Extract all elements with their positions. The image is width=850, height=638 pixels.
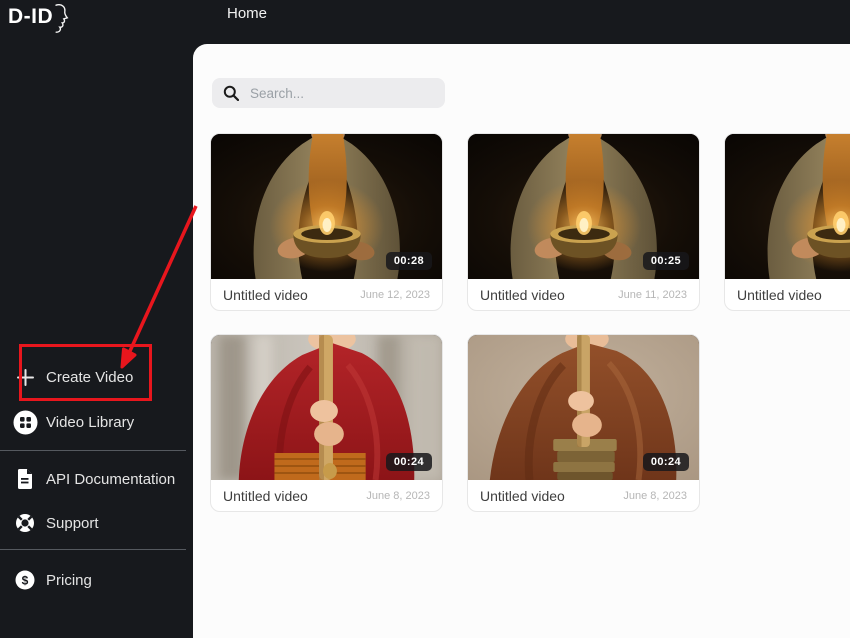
video-card-footer: Untitled video June 8, 2023 [211,480,442,511]
sidebar-item-label: Support [46,515,99,532]
sidebar-divider [0,450,186,451]
search-bar[interactable] [212,78,445,108]
video-grid: 00:28 Untitled video June 12, 2023 [210,133,850,512]
sidebar-item-label: Pricing [46,572,92,589]
sidebar-item-video-library[interactable]: Video Library [0,407,193,437]
plus-icon [12,369,38,386]
sidebar: Create Video Video Library API Documenta… [0,43,193,638]
video-card-footer: Untitled video June 11, 2023 [468,279,699,310]
video-card[interactable]: 00:24 Untitled video June 8, 2023 [467,334,700,512]
sidebar-item-pricing[interactable]: $ Pricing [0,565,193,595]
topbar: D-ID Home [0,0,850,43]
video-thumbnail: 00:24 [211,335,442,480]
search-input[interactable] [248,85,434,102]
video-title: Untitled video [737,287,822,303]
video-date: June 8, 2023 [366,490,430,502]
video-card[interactable]: 00:28 Untitled video June 12, 2023 [210,133,443,311]
thumbnail-monk-gold-lamp [725,134,850,279]
video-date: June 8, 2023 [623,490,687,502]
sidebar-item-support[interactable]: Support [0,508,193,538]
sidebar-item-label: API Documentation [46,471,175,488]
video-thumbnail: 00:28 [211,134,442,279]
logo-text: D-ID [8,3,53,31]
video-card-footer: Untitled video June 12, 2023 [211,279,442,310]
video-thumbnail: 00:24 [468,335,699,480]
video-title: Untitled video [223,488,308,504]
video-card[interactable]: Untitled video [724,133,850,311]
video-card-footer: Untitled video [725,279,850,310]
video-date: June 11, 2023 [618,289,687,301]
search-icon [223,85,239,101]
duration-badge: 00:24 [386,453,432,471]
video-date: June 12, 2023 [360,289,430,301]
document-icon [12,469,38,489]
video-thumbnail: 00:25 [468,134,699,279]
duration-badge: 00:24 [643,453,689,471]
video-title: Untitled video [223,287,308,303]
video-card[interactable]: 00:24 Untitled video June 8, 2023 [210,334,443,512]
nav-home[interactable]: Home [227,4,267,24]
face-profile-icon [55,4,70,33]
video-card[interactable]: 00:25 Untitled video June 11, 2023 [467,133,700,311]
sidebar-item-label: Create Video [46,369,133,386]
duration-badge: 00:28 [386,252,432,270]
did-logo[interactable]: D-ID [8,3,70,33]
duration-badge: 00:25 [643,252,689,270]
sidebar-item-api-documentation[interactable]: API Documentation [0,464,193,494]
video-title: Untitled video [480,488,565,504]
sidebar-item-label: Video Library [46,414,134,431]
grid-icon [12,410,38,435]
video-title: Untitled video [480,287,565,303]
video-thumbnail [725,134,850,279]
sidebar-divider [0,549,186,550]
dollar-icon: $ [12,570,38,590]
sidebar-item-create-video[interactable]: Create Video [0,362,193,392]
svg-text:$: $ [22,573,29,587]
video-card-footer: Untitled video June 8, 2023 [468,480,699,511]
main-content: 00:28 Untitled video June 12, 2023 [193,44,850,638]
lifebuoy-icon [12,513,38,533]
app-screen: D-ID Home Create Video Video Library API [0,0,850,638]
